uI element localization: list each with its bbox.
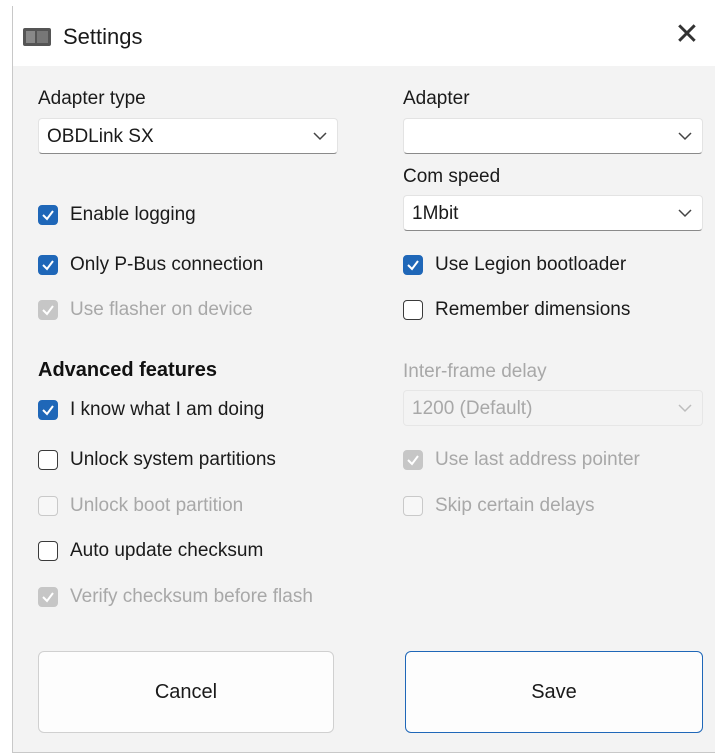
unlock-boot-checkbox: Unlock boot partition xyxy=(38,495,243,517)
adapter-type-label: Adapter type xyxy=(38,88,146,109)
adapter-type-dropdown[interactable]: OBDLink SX xyxy=(38,118,338,154)
unlock-system-label: Unlock system partitions xyxy=(70,449,276,470)
window-title: Settings xyxy=(63,24,143,49)
auto-update-checkbox[interactable]: Auto update checksum xyxy=(38,540,263,562)
know-what-label: I know what I am doing xyxy=(70,399,265,420)
use-flasher-checkbox: Use flasher on device xyxy=(38,299,253,321)
adapter-type-value: OBDLink SX xyxy=(47,126,154,147)
checkbox-unchecked-icon xyxy=(403,300,423,320)
checkbox-unchecked-icon xyxy=(38,450,58,470)
com-speed-value: 1Mbit xyxy=(412,203,459,224)
cancel-button[interactable]: Cancel xyxy=(38,651,334,733)
skip-delays-label: Skip certain delays xyxy=(435,495,595,516)
save-button-label: Save xyxy=(531,680,577,703)
last-address-checkbox: Use last address pointer xyxy=(403,449,640,471)
use-flasher-label: Use flasher on device xyxy=(70,299,253,320)
com-speed-dropdown[interactable]: 1Mbit xyxy=(403,195,703,231)
checkbox-unchecked-icon xyxy=(38,496,58,516)
only-pbus-checkbox[interactable]: Only P-Bus connection xyxy=(38,254,263,276)
checkbox-checked-icon xyxy=(38,400,58,420)
remember-dimensions-checkbox[interactable]: Remember dimensions xyxy=(403,299,630,321)
checkbox-checked-icon xyxy=(38,300,58,320)
save-button[interactable]: Save xyxy=(405,651,703,733)
chevron-down-icon xyxy=(678,404,692,413)
close-button[interactable]: ✕ xyxy=(659,6,715,62)
title-bar: Settings ✕ xyxy=(13,6,715,66)
adapter-dropdown[interactable] xyxy=(403,118,703,154)
checkbox-checked-icon xyxy=(38,587,58,607)
app-icon xyxy=(23,28,51,46)
chevron-down-icon xyxy=(678,209,692,218)
checkbox-checked-icon xyxy=(38,255,58,275)
enable-logging-label: Enable logging xyxy=(70,204,196,225)
com-speed-label: Com speed xyxy=(403,166,501,187)
skip-delays-checkbox: Skip certain delays xyxy=(403,495,594,517)
cancel-button-label: Cancel xyxy=(154,680,218,703)
auto-update-label: Auto update checksum xyxy=(70,540,264,561)
checkbox-unchecked-icon xyxy=(403,496,423,516)
inter-frame-delay-dropdown: 1200 (Default) xyxy=(403,390,703,426)
checkbox-checked-icon xyxy=(403,255,423,275)
know-what-checkbox[interactable]: I know what I am doing xyxy=(38,399,264,421)
legion-bootloader-checkbox[interactable]: Use Legion bootloader xyxy=(403,254,626,276)
legion-bootloader-label: Use Legion bootloader xyxy=(435,254,627,275)
checkbox-checked-icon xyxy=(38,205,58,225)
checkbox-checked-icon xyxy=(403,450,423,470)
unlock-boot-label: Unlock boot partition xyxy=(70,495,244,516)
inter-frame-delay-label: Inter-frame delay xyxy=(403,361,547,382)
close-icon: ✕ xyxy=(674,17,700,51)
verify-checksum-label: Verify checksum before flash xyxy=(70,586,313,607)
enable-logging-checkbox[interactable]: Enable logging xyxy=(38,204,196,226)
inter-frame-delay-value: 1200 (Default) xyxy=(412,398,533,419)
last-address-label: Use last address pointer xyxy=(435,449,640,470)
settings-window: Settings ✕ Adapter type OBDLink SX Enabl… xyxy=(12,6,715,753)
advanced-features-heading: Advanced features xyxy=(38,359,217,381)
only-pbus-label: Only P-Bus connection xyxy=(70,254,264,275)
adapter-label: Adapter xyxy=(403,88,470,109)
unlock-system-checkbox[interactable]: Unlock system partitions xyxy=(38,449,276,471)
verify-checksum-checkbox: Verify checksum before flash xyxy=(38,586,313,608)
checkbox-unchecked-icon xyxy=(38,541,58,561)
chevron-down-icon xyxy=(313,132,327,141)
chevron-down-icon xyxy=(678,132,692,141)
remember-dimensions-label: Remember dimensions xyxy=(435,299,631,320)
